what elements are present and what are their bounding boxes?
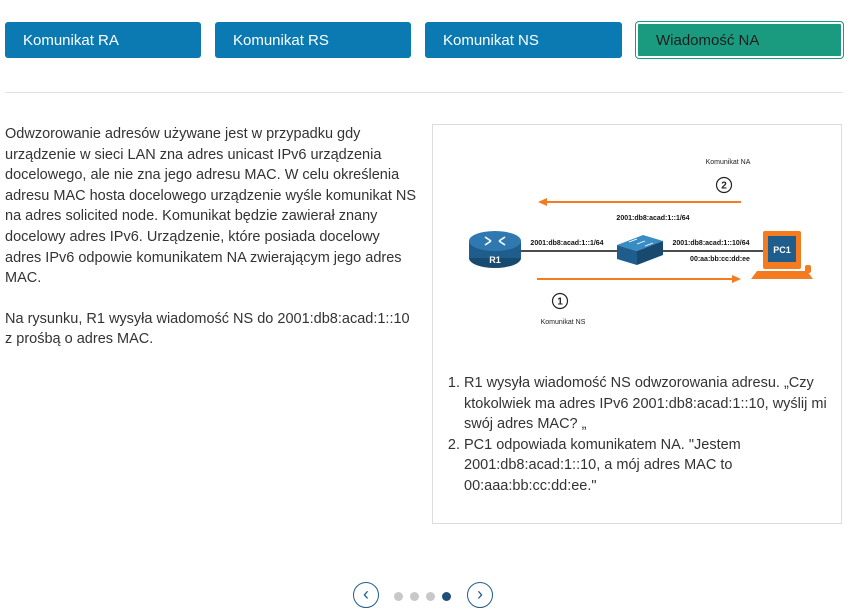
- tab-komunikat-ns[interactable]: Komunikat NS: [425, 22, 622, 58]
- pagination: ‹ ›: [352, 582, 497, 610]
- steps-list: R1 wysyła wiadomość NS odwzorowania adre…: [445, 373, 852, 497]
- ns-arrowhead: [732, 275, 741, 283]
- figure-panel: Komunikat NA 2 2001:db8:acad:1::1/64 R1 …: [432, 124, 842, 524]
- switch-icon: [617, 235, 663, 265]
- pc1-address-label: 2001:db8:acad:1::10/64: [672, 240, 749, 247]
- divider: [5, 92, 843, 93]
- description-text: Odwzorowanie adresów używane jest w przy…: [5, 124, 420, 370]
- next-button[interactable]: ›: [467, 582, 493, 608]
- page-dot-1[interactable]: [394, 592, 403, 601]
- tab-komunikat-rs[interactable]: Komunikat RS: [215, 22, 411, 58]
- topology-diagram: Komunikat NA 2 2001:db8:acad:1::1/64 R1 …: [469, 159, 813, 326]
- r1-address-label: 2001:db8:acad:1::1/64: [530, 240, 603, 247]
- pc1-label: PC1: [773, 245, 791, 255]
- tab-komunikat-ra[interactable]: Komunikat RA: [5, 22, 201, 58]
- top-address-label: 2001:db8:acad:1::1/64: [616, 215, 689, 222]
- step-1-number: 1: [557, 297, 563, 308]
- paragraph-figure: Na rysunku, R1 wysyła wiadomość NS do 20…: [5, 310, 410, 348]
- pc1-mac-label: 00:aa:bb:cc:dd:ee: [690, 256, 750, 263]
- router-label: R1: [489, 255, 501, 265]
- tab-label: Wiadomość NA: [656, 31, 760, 49]
- pc1-icon: PC1: [751, 231, 813, 279]
- tab-bar: Komunikat RA Komunikat RS Komunikat NS W…: [0, 0, 862, 70]
- na-message-label: Komunikat NA: [706, 159, 751, 166]
- ns-message-label: Komunikat NS: [541, 319, 586, 326]
- chevron-left-icon: ‹: [363, 584, 369, 604]
- page-dot-2[interactable]: [410, 592, 419, 601]
- tab-label: Komunikat RA: [23, 31, 119, 49]
- prev-button[interactable]: ‹: [353, 582, 379, 608]
- step-item: PC1 odpowiada komunikatem NA. "Jestem 20…: [464, 435, 852, 497]
- tab-label: Komunikat NS: [443, 31, 539, 49]
- page-dot-4[interactable]: [442, 592, 451, 601]
- na-arrowhead: [538, 198, 547, 206]
- tab-wiadomosc-na[interactable]: Wiadomość NA: [636, 22, 843, 58]
- step-2-number: 2: [721, 181, 727, 192]
- tab-label: Komunikat RS: [233, 31, 329, 49]
- page-dot-3[interactable]: [426, 592, 435, 601]
- paragraph-intro: Odwzorowanie adresów używane jest w przy…: [5, 126, 417, 287]
- router-r1-icon: R1: [469, 231, 521, 268]
- step-item: R1 wysyła wiadomość NS odwzorowania adre…: [464, 373, 852, 435]
- chevron-right-icon: ›: [477, 584, 483, 604]
